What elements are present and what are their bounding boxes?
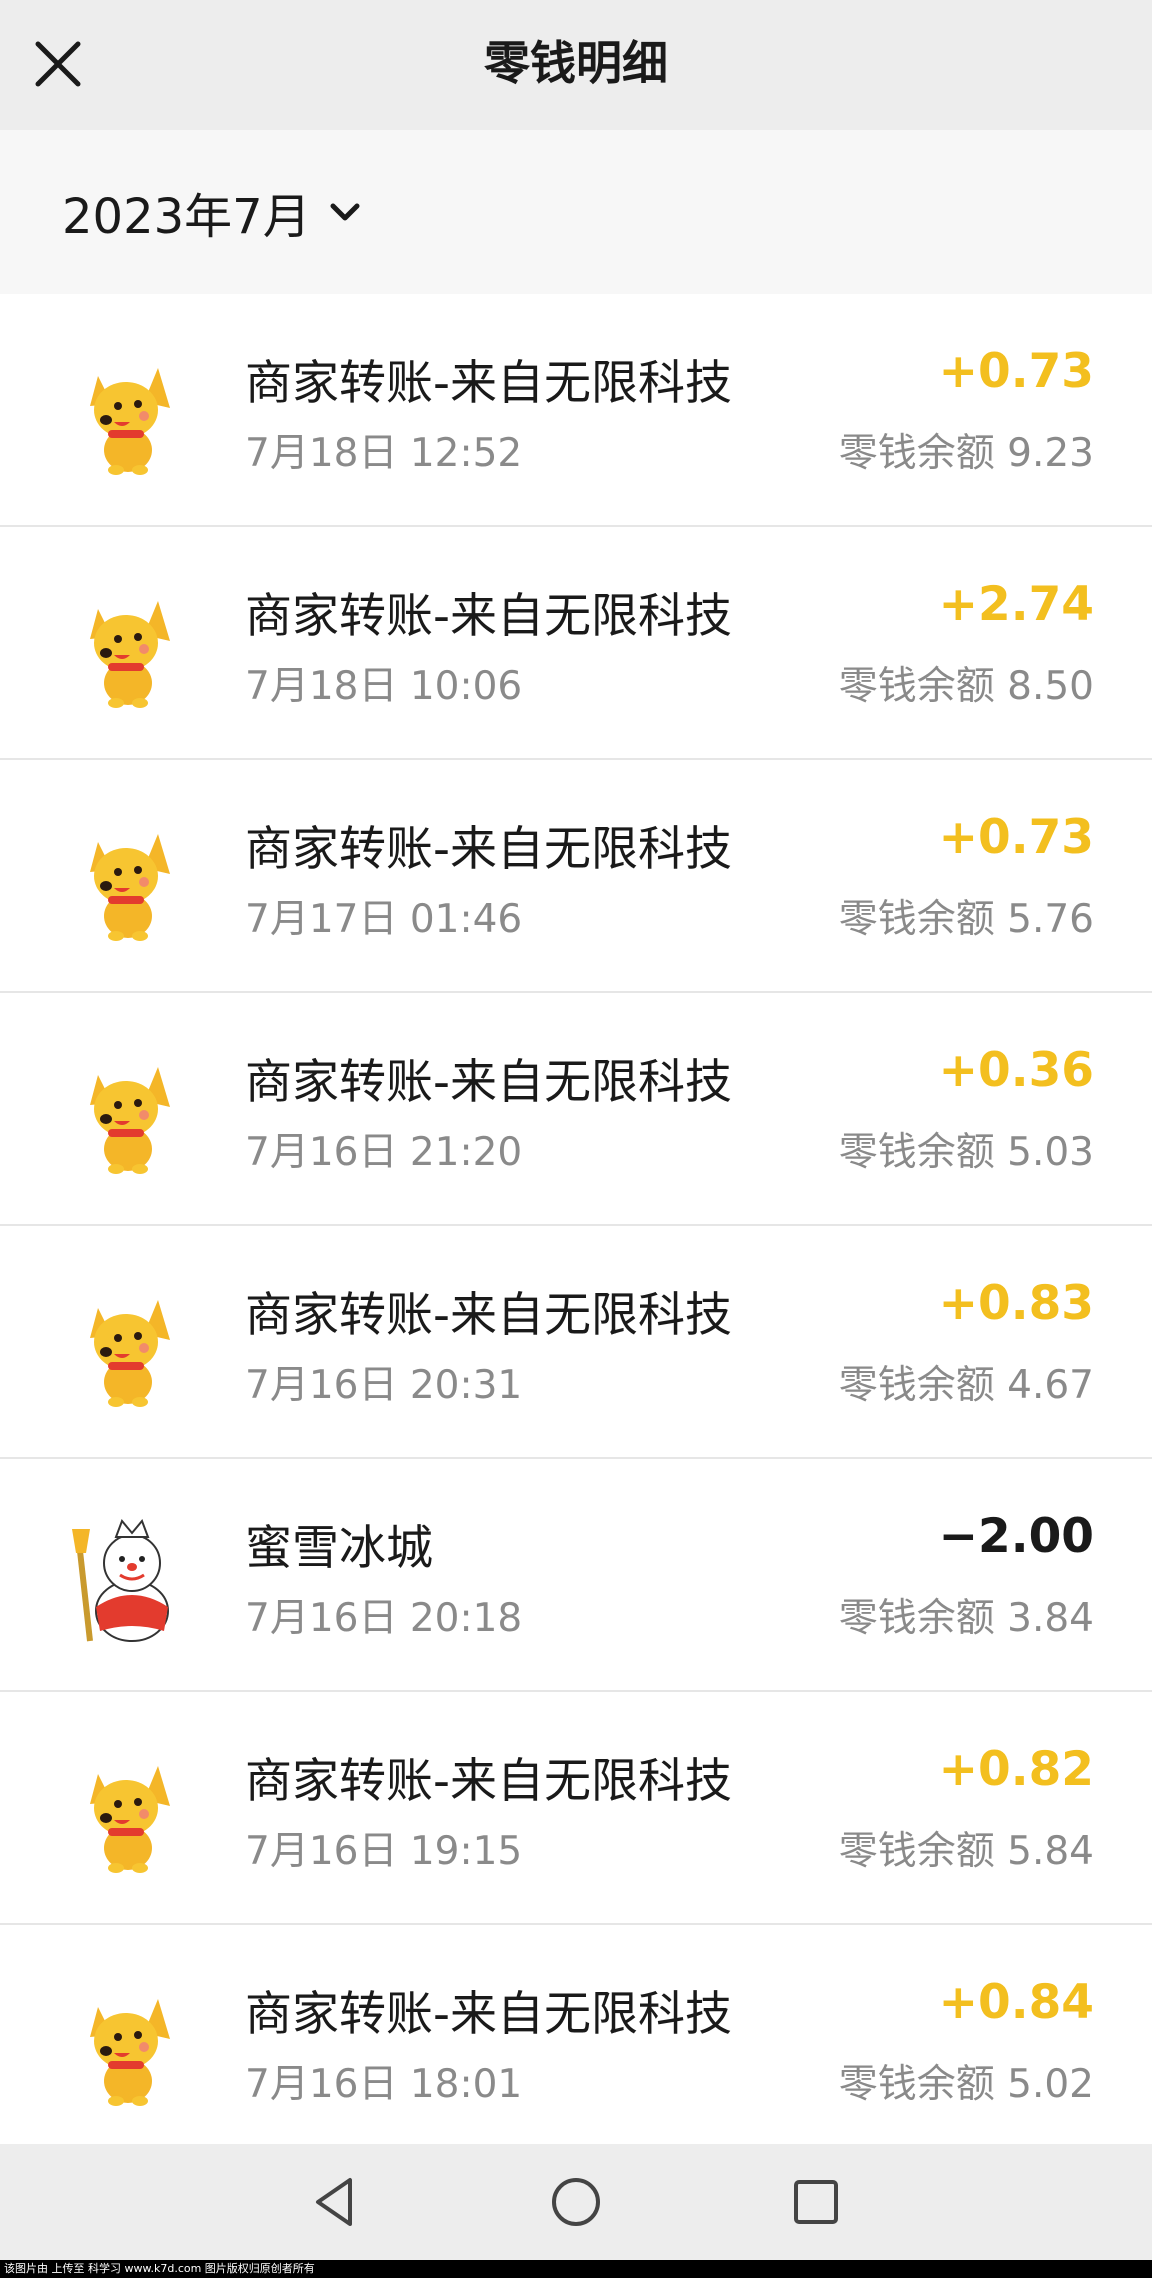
transaction-time: 7月17日 01:46 bbox=[245, 897, 523, 942]
transaction-row[interactable]: 商家转账-来自无限科技 7月17日 01:46 +0.73 零钱余额 5.76 bbox=[0, 760, 1152, 993]
transaction-time: 7月18日 10:06 bbox=[245, 664, 523, 709]
transaction-title: 商家转账-来自无限科技 bbox=[245, 1055, 732, 1110]
close-button[interactable] bbox=[30, 30, 86, 94]
transaction-row[interactable]: 商家转账-来自无限科技 7月16日 21:20 +0.36 零钱余额 5.03 bbox=[0, 993, 1152, 1226]
close-icon bbox=[35, 41, 81, 87]
transaction-time: 7月18日 12:52 bbox=[245, 431, 523, 476]
transaction-title: 商家转账-来自无限科技 bbox=[245, 1987, 732, 2042]
month-picker[interactable]: 2023年7月 bbox=[62, 180, 363, 245]
back-button[interactable] bbox=[306, 2172, 366, 2232]
transaction-time: 7月16日 21:20 bbox=[245, 1130, 523, 1175]
balance-after: 零钱余额 4.67 bbox=[838, 1363, 1094, 1408]
transaction-row[interactable]: 商家转账-来自无限科技 7月16日 19:15 +0.82 零钱余额 5.84 bbox=[0, 1692, 1152, 1925]
transaction-title: 商家转账-来自无限科技 bbox=[245, 822, 732, 877]
transaction-time: 7月16日 19:15 bbox=[245, 1829, 523, 1874]
balance-after: 零钱余额 5.76 bbox=[838, 897, 1094, 942]
balance-after: 零钱余额 5.02 bbox=[838, 2062, 1094, 2107]
transaction-list: 商家转账-来自无限科技 7月18日 12:52 +0.73 零钱余额 9.23 … bbox=[0, 294, 1152, 2158]
transaction-time: 7月16日 20:31 bbox=[245, 1363, 523, 1408]
transaction-title: 商家转账-来自无限科技 bbox=[245, 1288, 732, 1343]
transaction-title: 商家转账-来自无限科技 bbox=[245, 356, 732, 411]
transaction-row[interactable]: 商家转账-来自无限科技 7月16日 18:01 +0.84 零钱余额 5.02 bbox=[0, 1925, 1152, 2158]
month-filter-bar: 2023年7月 bbox=[0, 130, 1152, 294]
dog-mascot-icon bbox=[60, 1045, 196, 1181]
balance-after: 零钱余额 5.03 bbox=[838, 1130, 1094, 1175]
balance-after: 零钱余额 3.84 bbox=[838, 1596, 1094, 1641]
transaction-amount: +0.84 bbox=[938, 1975, 1094, 2030]
system-nav-bar bbox=[0, 2144, 1152, 2260]
transaction-row[interactable]: 蜜雪冰城 7月16日 20:18 −2.00 零钱余额 3.84 bbox=[0, 1459, 1152, 1692]
transaction-time: 7月16日 20:18 bbox=[245, 1596, 523, 1641]
month-label: 2023年7月 bbox=[62, 189, 311, 245]
dog-mascot-icon bbox=[60, 579, 196, 715]
top-bar: 零钱明细 bbox=[0, 0, 1152, 130]
dog-mascot-icon bbox=[60, 1744, 196, 1880]
balance-after: 零钱余额 9.23 bbox=[838, 431, 1094, 476]
transaction-amount: +0.82 bbox=[938, 1742, 1094, 1797]
balance-after: 零钱余额 8.50 bbox=[838, 664, 1094, 709]
back-triangle-icon bbox=[316, 2178, 352, 2226]
balance-after: 零钱余额 5.84 bbox=[838, 1829, 1094, 1874]
page-title: 零钱明细 bbox=[484, 36, 668, 90]
chevron-down-icon bbox=[330, 203, 360, 221]
transaction-amount: +0.73 bbox=[938, 344, 1094, 399]
dog-mascot-icon bbox=[60, 812, 196, 948]
transaction-row[interactable]: 商家转账-来自无限科技 7月18日 10:06 +2.74 零钱余额 8.50 bbox=[0, 527, 1152, 760]
home-button[interactable] bbox=[546, 2172, 606, 2232]
transaction-title: 蜜雪冰城 bbox=[245, 1521, 433, 1576]
dog-mascot-icon bbox=[60, 1278, 196, 1414]
home-circle-icon bbox=[552, 2178, 600, 2226]
recents-square-icon bbox=[794, 2180, 838, 2224]
watermark-text: 该图片由 上传至 科学习 www.k7d.com 图片版权归原创者所有 bbox=[0, 2260, 1152, 2278]
transaction-amount: +0.73 bbox=[938, 810, 1094, 865]
snowman-mascot-icon bbox=[60, 1511, 196, 1647]
transaction-amount: +0.36 bbox=[938, 1043, 1094, 1098]
transaction-time: 7月16日 18:01 bbox=[245, 2062, 523, 2107]
transaction-amount: +2.74 bbox=[938, 577, 1094, 632]
transaction-title: 商家转账-来自无限科技 bbox=[245, 1754, 732, 1809]
transaction-row[interactable]: 商家转账-来自无限科技 7月18日 12:52 +0.73 零钱余额 9.23 bbox=[0, 294, 1152, 527]
recents-button[interactable] bbox=[786, 2172, 846, 2232]
transaction-row[interactable]: 商家转账-来自无限科技 7月16日 20:31 +0.83 零钱余额 4.67 bbox=[0, 1226, 1152, 1459]
dog-mascot-icon bbox=[60, 346, 196, 482]
transaction-amount: +0.83 bbox=[938, 1276, 1094, 1331]
transaction-amount: −2.00 bbox=[938, 1509, 1094, 1564]
transaction-title: 商家转账-来自无限科技 bbox=[245, 589, 732, 644]
dog-mascot-icon bbox=[60, 1977, 196, 2113]
